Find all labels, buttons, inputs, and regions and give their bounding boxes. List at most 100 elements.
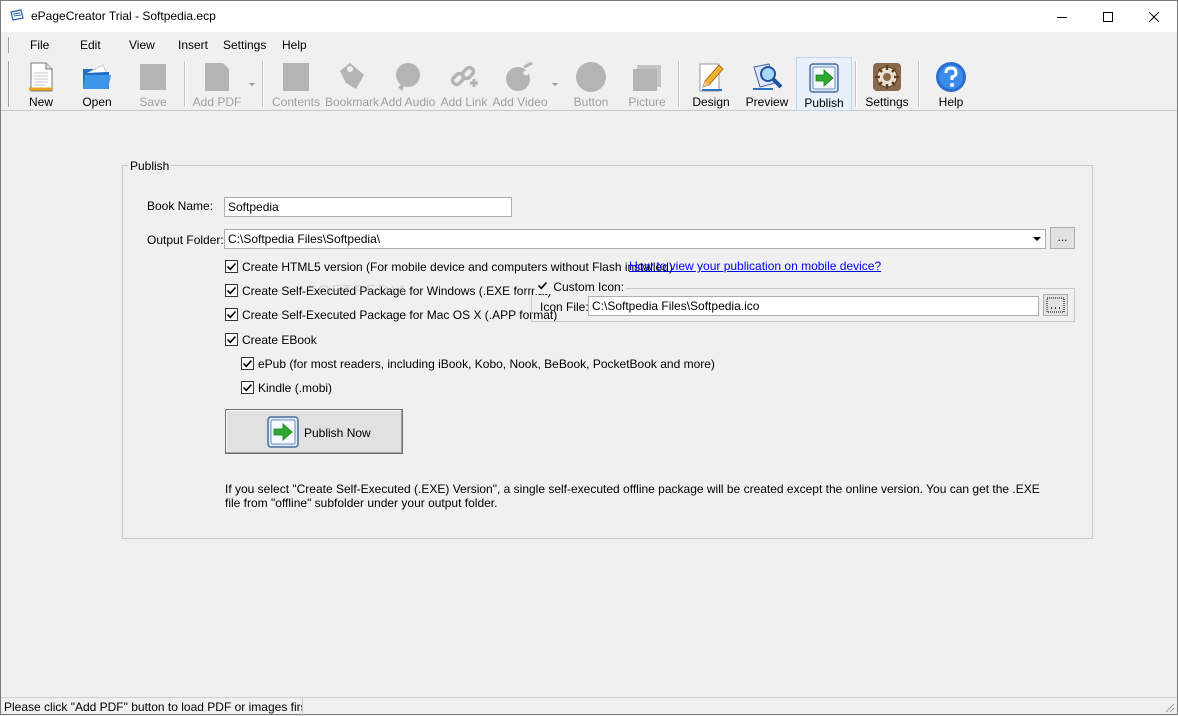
mobile-help-link[interactable]: How to view your publication on mobile d… <box>629 259 881 273</box>
new-label: New <box>28 95 53 109</box>
menu-insert[interactable]: Insert <box>178 38 208 52</box>
add-pdf-button[interactable]: Add PDF <box>190 57 244 111</box>
preview-icon <box>753 63 783 90</box>
output-folder-combobox[interactable]: C:\Softpedia Files\Softpedia\ <box>224 229 1046 249</box>
custom-icon-label: Custom Icon: <box>553 280 625 294</box>
add-video-dropdown-icon[interactable] <box>552 83 558 86</box>
publish-label: Publish <box>804 96 844 110</box>
preview-label: Preview <box>745 95 789 109</box>
checkmark-icon <box>226 335 237 344</box>
insert-button-button[interactable]: Button <box>564 57 618 111</box>
design-label: Design <box>692 95 730 109</box>
design-button[interactable]: Design <box>684 57 738 111</box>
output-folder-value: C:\Softpedia Files\Softpedia\ <box>228 232 381 246</box>
app-checkbox[interactable] <box>225 308 238 321</box>
bookmark-button[interactable]: Bookmark <box>325 57 379 111</box>
custom-icon-checkbox[interactable] <box>537 280 550 293</box>
design-icon <box>699 63 724 92</box>
app-icon <box>10 9 24 21</box>
publish-group-title: Publish <box>128 159 172 173</box>
toolbar-separator <box>262 61 264 107</box>
add-video-button[interactable]: Add Video <box>492 57 548 111</box>
new-button[interactable]: New <box>15 57 67 111</box>
contents-label: Contents <box>271 95 321 109</box>
publish-now-button[interactable]: Publish Now <box>225 409 403 454</box>
html5-label: Create HTML5 version (For mobile device … <box>242 260 673 274</box>
add-pdf-label: Add PDF <box>192 95 242 109</box>
watermark: SOFTPEDIA <box>306 282 410 299</box>
bookmark-icon <box>340 63 364 89</box>
ebook-checkbox[interactable] <box>225 333 238 346</box>
add-link-button[interactable]: Add Link <box>438 57 490 111</box>
book-name-input[interactable]: Softpedia <box>224 197 512 217</box>
help-button[interactable]: Help <box>925 57 977 111</box>
audio-icon <box>396 63 420 91</box>
maximize-button[interactable] <box>1085 1 1131 32</box>
publish-icon <box>809 63 839 93</box>
save-label: Save <box>139 95 167 109</box>
html5-checkbox[interactable] <box>225 260 238 273</box>
checkmark-icon <box>242 359 253 368</box>
checkmark-icon <box>537 281 548 290</box>
button-label: Button <box>573 95 609 109</box>
picture-button[interactable]: Picture <box>620 57 674 111</box>
picture-label: Picture <box>628 95 666 109</box>
picture-icon <box>633 65 661 91</box>
open-button[interactable]: Open <box>71 57 123 111</box>
status-bar: Please click "Add PDF" button to load PD… <box>1 697 1177 716</box>
output-folder-dropdown[interactable] <box>1028 230 1045 248</box>
toolbar-grip <box>8 61 10 107</box>
output-folder-browse-button[interactable]: ... <box>1050 227 1075 249</box>
menu-settings[interactable]: Settings <box>223 38 266 52</box>
publish-now-label: Publish Now <box>304 426 371 440</box>
menu-file[interactable]: File <box>30 38 49 52</box>
toolbar-separator <box>918 61 920 107</box>
menu-view[interactable]: View <box>129 38 155 52</box>
window-title: ePageCreator Trial - Softpedia.ecp <box>31 9 216 23</box>
settings-label: Settings <box>865 95 909 109</box>
contents-button[interactable]: Contents <box>269 57 323 111</box>
settings-button[interactable]: Settings <box>861 57 913 111</box>
new-document-icon <box>29 62 53 92</box>
epub-checkbox[interactable] <box>241 357 254 370</box>
app-label: Create Self-Executed Package for Mac OS … <box>242 308 558 322</box>
save-button[interactable]: Save <box>127 57 179 111</box>
menu-grip <box>8 37 10 53</box>
help-label: Help <box>938 95 964 109</box>
gear-icon <box>873 63 901 91</box>
add-pdf-dropdown-icon[interactable] <box>249 83 255 86</box>
menu-help[interactable]: Help <box>282 38 307 52</box>
add-pdf-icon <box>205 63 229 91</box>
publish-note: If you select "Create Self-Executed (.EX… <box>225 482 1040 510</box>
close-button[interactable] <box>1131 1 1177 32</box>
toolbar-separator <box>184 61 186 107</box>
kindle-label: Kindle (.mobi) <box>258 381 333 395</box>
exe-checkbox[interactable] <box>225 284 238 297</box>
app-window: ePageCreator Trial - Softpedia.ecp File … <box>0 0 1178 716</box>
ellipsis-icon <box>1046 297 1065 313</box>
maximize-icon <box>1103 11 1113 22</box>
add-audio-button[interactable]: Add Audio <box>380 57 436 111</box>
book-name-label: Book Name: <box>147 199 214 213</box>
publish-arrow-icon <box>267 416 299 448</box>
toolbar: New Open Save Add PDF Contents Bookmark … <box>1 57 1177 111</box>
menu-edit[interactable]: Edit <box>80 38 101 52</box>
contents-icon <box>283 63 309 91</box>
link-icon <box>450 65 478 87</box>
minimize-icon <box>1057 16 1067 18</box>
icon-file-label: Icon File: <box>540 300 589 314</box>
title-bar: ePageCreator Trial - Softpedia.ecp <box>1 1 1177 32</box>
icon-file-browse-button[interactable] <box>1043 294 1068 316</box>
icon-file-input[interactable]: C:\Softpedia Files\Softpedia.ico <box>588 296 1039 316</box>
add-video-label: Add Video <box>492 95 548 109</box>
resize-grip-icon[interactable] <box>1164 702 1175 713</box>
open-folder-icon <box>83 64 111 89</box>
open-label: Open <box>82 95 112 109</box>
checkmark-icon <box>226 310 237 319</box>
minimize-button[interactable] <box>1039 1 1085 32</box>
kindle-checkbox[interactable] <box>241 381 254 394</box>
output-folder-label: Output Folder: <box>147 233 224 247</box>
preview-button[interactable]: Preview <box>740 57 794 111</box>
bookmark-label: Bookmark <box>325 95 380 109</box>
publish-button[interactable]: Publish <box>796 57 852 111</box>
